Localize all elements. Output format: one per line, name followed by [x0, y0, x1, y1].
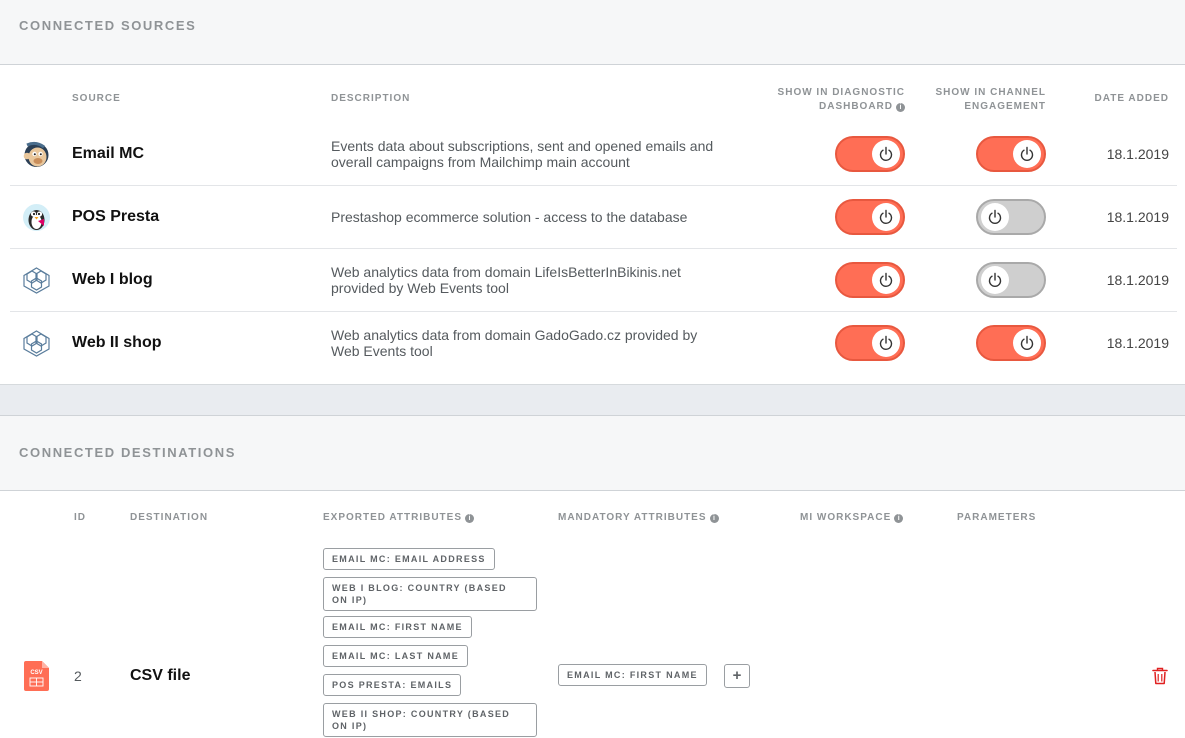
header-exported-attributes: EXPORTED ATTRIBUTES i	[323, 512, 475, 523]
header-diagnostic-line1: SHOW IN DIAGNOSTIC	[777, 87, 905, 98]
exported-attribute-chip[interactable]: POS PRESTA: EMAILS	[323, 674, 462, 696]
date-added: 18.1.2019	[1106, 146, 1169, 162]
channel-engagement-toggle[interactable]	[976, 262, 1046, 298]
source-description-line: Web analytics data from domain LifeIsBet…	[331, 264, 681, 280]
header-id: ID	[74, 512, 86, 523]
exported-attribute-chip[interactable]: EMAIL MC: EMAIL ADDRESS	[323, 548, 495, 570]
source-description-line: provided by Web Events tool	[331, 280, 509, 296]
header-channel: SHOW IN CHANNEL ENGAGEMENT	[935, 86, 1046, 114]
header-parameters: PARAMETERS	[957, 512, 1037, 523]
source-row-pos-presta: POS Presta Prestashop ecommerce solution…	[10, 186, 1177, 249]
power-icon	[872, 140, 900, 168]
exported-attribute-line: ON IP)	[332, 595, 368, 605]
diagnostic-toggle[interactable]	[835, 262, 905, 298]
diagnostic-toggle[interactable]	[835, 136, 905, 172]
source-name[interactable]: Email MC	[72, 123, 144, 185]
date-added: 18.1.2019	[1106, 209, 1169, 225]
power-icon	[872, 329, 900, 357]
info-icon[interactable]: i	[894, 514, 904, 523]
date-added: 18.1.2019	[1106, 335, 1169, 351]
info-icon[interactable]: i	[896, 103, 905, 112]
prestashop-icon	[22, 203, 51, 232]
header-channel-line2: ENGAGEMENT	[964, 101, 1046, 112]
source-description-line: Events data about subscriptions, sent an…	[331, 138, 714, 154]
source-row-web-ii-shop: Web II shop Web analytics data from doma…	[10, 312, 1177, 375]
exported-attribute-line: EMAIL MC: EMAIL ADDRESS	[332, 554, 486, 564]
source-description: Prestashop ecommerce solution - access t…	[331, 209, 751, 225]
add-mandatory-attribute-button[interactable]: +	[724, 664, 750, 688]
exported-attribute-chip[interactable]: EMAIL MC: FIRST NAME	[323, 616, 472, 638]
diagnostic-toggle[interactable]	[835, 199, 905, 235]
source-description-line: Web Events tool	[331, 343, 433, 359]
source-name[interactable]: Web II shop	[72, 312, 161, 374]
power-icon	[981, 203, 1009, 231]
power-icon	[872, 266, 900, 294]
header-channel-line1: SHOW IN CHANNEL	[935, 87, 1046, 98]
power-icon	[981, 266, 1009, 294]
csv-file-icon-label: CSV	[30, 670, 42, 676]
sources-section-title: CONNECTED SOURCES	[19, 18, 197, 33]
power-icon	[872, 203, 900, 231]
trash-icon[interactable]	[1152, 667, 1168, 685]
power-icon	[1013, 329, 1041, 357]
destination-id: 2	[74, 668, 82, 684]
csv-file-icon: CSV	[24, 661, 49, 691]
destinations-panel: ID DESTINATION EXPORTED ATTRIBUTES i MAND…	[0, 491, 1185, 738]
source-row-web-i-blog: Web I blog Web analytics data from domai…	[10, 249, 1177, 312]
source-description: Web analytics data from domain LifeIsBet…	[331, 264, 751, 296]
info-icon[interactable]: i	[709, 514, 719, 523]
web-events-icon	[22, 329, 51, 358]
exported-attribute-line: WEB II SHOP: COUNTRY (BASED	[332, 709, 511, 719]
exported-attribute-line: EMAIL MC: LAST NAME	[332, 651, 460, 661]
source-description: Events data about subscriptions, sent an…	[331, 138, 751, 170]
header-destination: DESTINATION	[130, 512, 209, 523]
destinations-section-header: CONNECTED DESTINATIONS	[0, 415, 1185, 491]
header-source: SOURCE	[72, 93, 121, 104]
sources-section-header: CONNECTED SOURCES	[0, 0, 1185, 65]
header-diagnostic-line2: DASHBOARD i	[778, 100, 905, 114]
web-events-icon	[22, 266, 51, 295]
source-description: Web analytics data from domain GadoGado.…	[331, 327, 751, 359]
source-description-line: overall campaigns from Mailchimp main ac…	[331, 154, 630, 170]
info-icon[interactable]: i	[465, 514, 475, 523]
destinations-section-title: CONNECTED DESTINATIONS	[19, 445, 236, 460]
mailchimp-icon	[22, 140, 51, 169]
destination-name[interactable]: CSV file	[130, 667, 190, 685]
source-name[interactable]: POS Presta	[72, 186, 159, 248]
exported-attribute-line: POS PRESTA: EMAILS	[332, 680, 453, 690]
header-mi-workspace: MI WORKSPACE i	[800, 512, 904, 523]
source-name[interactable]: Web I blog	[72, 249, 153, 311]
source-description-line: Prestashop ecommerce solution - access t…	[331, 209, 688, 225]
mandatory-attribute-line: EMAIL MC: FIRST NAME	[567, 670, 698, 680]
exported-attribute-line: ON IP)	[332, 721, 368, 731]
sources-panel: SOURCE DESCRIPTION SHOW IN DIAGNOSTIC DA…	[0, 65, 1185, 385]
exported-attribute-chip[interactable]: WEB II SHOP: COUNTRY (BASED ON IP)	[323, 703, 537, 737]
header-description: DESCRIPTION	[331, 93, 411, 104]
exported-attribute-line: WEB I BLOG: COUNTRY (BASED	[332, 583, 507, 593]
channel-engagement-toggle[interactable]	[976, 136, 1046, 172]
header-diagnostic: SHOW IN DIAGNOSTIC DASHBOARD i	[778, 86, 905, 114]
exported-attribute-line: EMAIL MC: FIRST NAME	[332, 622, 463, 632]
exported-attribute-chip[interactable]: WEB I BLOG: COUNTRY (BASED ON IP)	[323, 577, 537, 611]
channel-engagement-toggle[interactable]	[976, 199, 1046, 235]
date-added: 18.1.2019	[1106, 272, 1169, 288]
channel-engagement-toggle[interactable]	[976, 325, 1046, 361]
power-icon	[1013, 140, 1041, 168]
source-description-line: Web analytics data from domain GadoGado.…	[331, 327, 698, 343]
header-mandatory-attributes: MANDATORY ATTRIBUTES i	[558, 512, 719, 523]
mandatory-attribute-chip[interactable]: EMAIL MC: FIRST NAME	[558, 664, 707, 686]
source-row-email-mc: Email MC Events data about subscriptions…	[10, 123, 1177, 186]
diagnostic-toggle[interactable]	[835, 325, 905, 361]
header-date-added: DATE ADDED	[1094, 93, 1169, 104]
exported-attribute-chip[interactable]: EMAIL MC: LAST NAME	[323, 645, 469, 667]
